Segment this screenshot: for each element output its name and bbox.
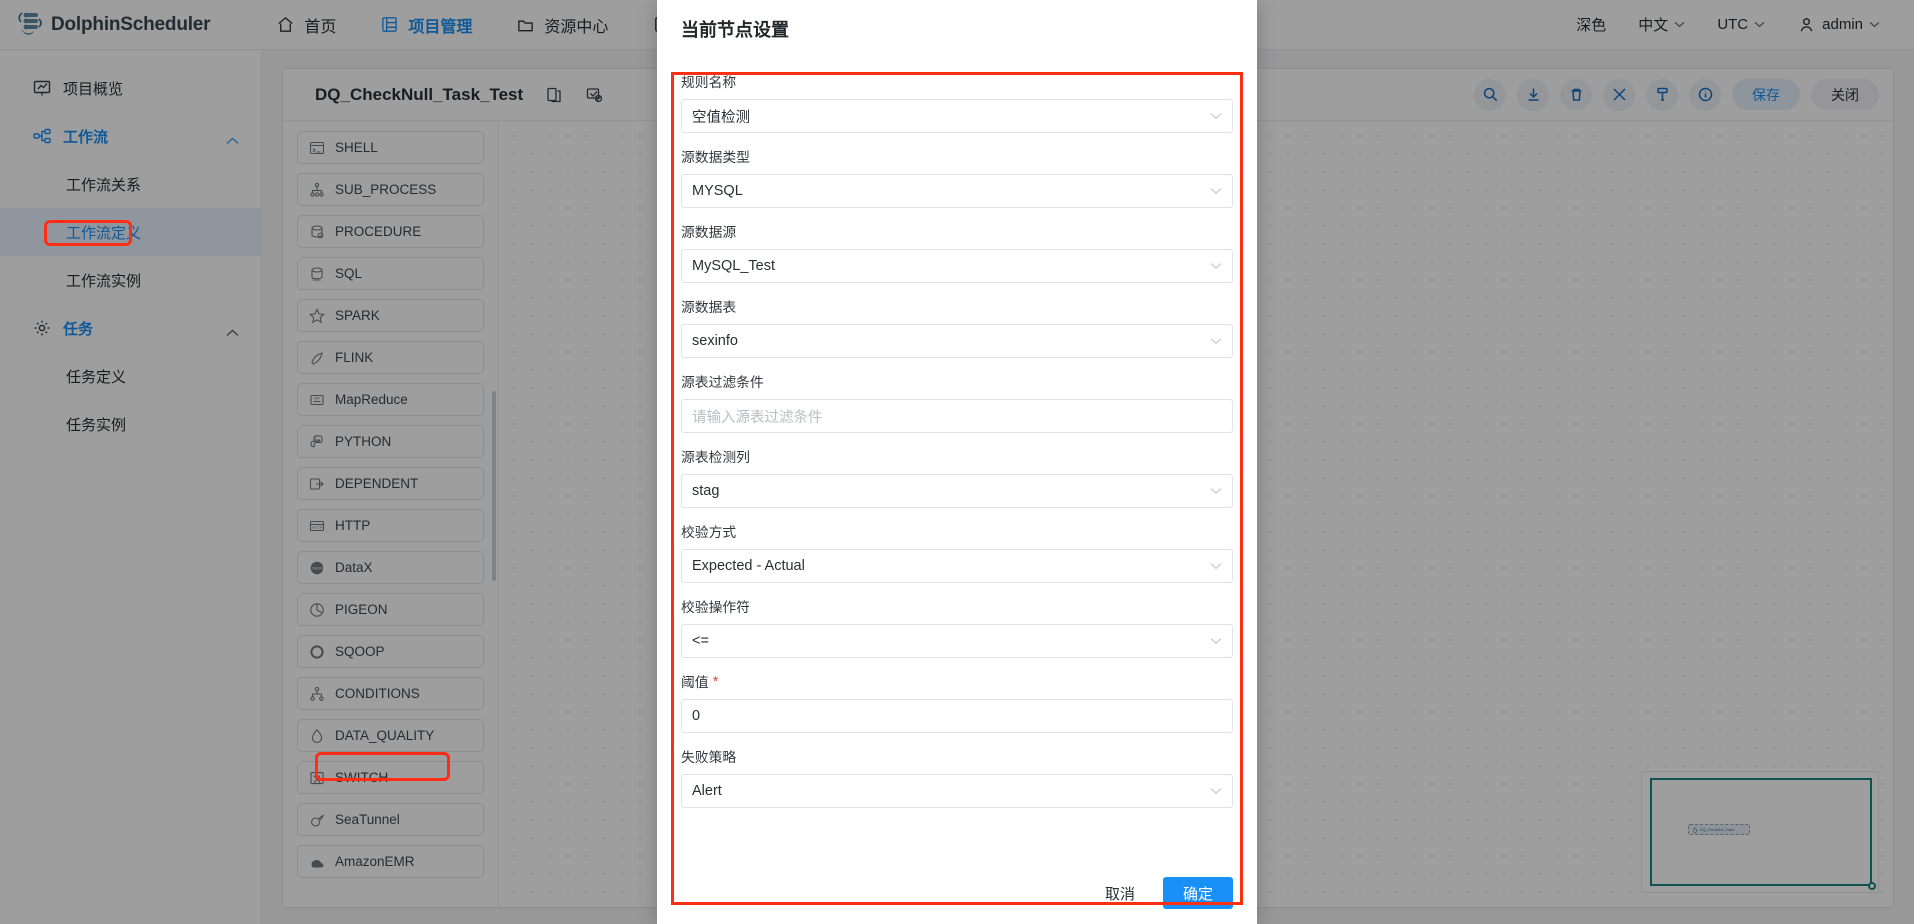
confirm-button-label: 确定 (1182, 885, 1213, 903)
confirm-button[interactable]: 确定 (1162, 877, 1233, 909)
app-root: DolphinScheduler 首页 项目管理 资源中心 深色 中文 UTC … (0, 0, 1914, 924)
form-select[interactable]: MySQL_Test (681, 249, 1233, 283)
form-field-value: 空值检测 (692, 109, 750, 126)
form-select[interactable]: 空值检测 (681, 99, 1233, 133)
cancel-button[interactable]: 取消 (1091, 877, 1149, 910)
form-select[interactable]: stag (681, 474, 1233, 508)
form-field-value: MYSQL (692, 183, 743, 199)
form-field-label-text: 校验方式 (681, 525, 737, 540)
form-field-5: 源表检测列 stag (681, 433, 1233, 508)
form-field-label: 校验操作符 (681, 596, 1233, 616)
form-field-label: 源数据源 (681, 221, 1233, 241)
form-field-label: 失败策略 (681, 746, 1233, 766)
form-field-value: 0 (692, 708, 701, 724)
cancel-button-label: 取消 (1104, 885, 1135, 903)
form-select[interactable]: sexinfo (681, 324, 1233, 358)
chevron-down-icon (1210, 483, 1222, 499)
form-field-0: 规则名称空值检测 (681, 58, 1233, 133)
chevron-down-icon (1210, 108, 1222, 124)
form-input[interactable]: 0 (681, 699, 1233, 733)
form-field-label: 源表过滤条件 (681, 371, 1233, 391)
modal-title: 当前节点设置 (681, 20, 789, 40)
form-field-1: 源数据类型 MYSQL (681, 133, 1233, 208)
form-field-8: 阈值 * 0 (681, 658, 1233, 733)
form-field-6: 校验方式 Expected - Actual (681, 508, 1233, 583)
form-field-4: 源表过滤条件请输入源表过滤条件 (681, 358, 1233, 433)
form-field-label-text: 源表检测列 (681, 450, 750, 465)
form-field-label-text: 源数据类型 (681, 150, 750, 165)
required-asterisk: * (712, 672, 719, 690)
chevron-down-icon (1210, 633, 1222, 649)
form-select[interactable]: Alert (681, 774, 1233, 808)
form-field-value: MySQL_Test (692, 258, 775, 274)
form-field-label-text: 阈值 (681, 675, 709, 690)
form-field-value: sexinfo (692, 333, 738, 349)
form-field-label-text: 源数据源 (681, 225, 737, 240)
modal-form: 规则名称空值检测源数据类型 MYSQL 源数据源 MySQL_Test 源数据表 sexi… (657, 58, 1257, 862)
form-field-value: Alert (692, 783, 722, 799)
form-field-value: Expected - Actual (692, 558, 805, 574)
chevron-down-icon (1210, 258, 1222, 274)
form-field-label: 源数据表 (681, 296, 1233, 316)
form-field-label-text: 规则名称 (681, 75, 737, 90)
form-field-label: 规则名称 (681, 71, 1233, 91)
form-field-2: 源数据源 MySQL_Test (681, 208, 1233, 283)
node-settings-modal: 当前节点设置 规则名称 空值检测 源数据类型 MYSQL 源数据源 MySQL_Test 源… (657, 0, 1257, 924)
form-field-label: 源数据类型 (681, 146, 1233, 166)
form-field-label: 阈值 * (681, 671, 1233, 691)
form-field-label-text: 失败策略 (681, 750, 737, 765)
form-select[interactable]: MYSQL (681, 174, 1233, 208)
form-select[interactable]: Expected - Actual (681, 549, 1233, 583)
form-field-value: 请输入源表过滤条件 (692, 409, 823, 426)
chevron-down-icon (1210, 558, 1222, 574)
form-field-value: stag (692, 483, 720, 499)
form-field-label: 校验方式 (681, 521, 1233, 541)
form-field-3: 源数据表 sexinfo (681, 283, 1233, 358)
chevron-down-icon (1210, 783, 1222, 799)
form-field-label-text: 源表过滤条件 (681, 375, 764, 390)
form-select[interactable]: <= (681, 624, 1233, 658)
form-field-label: 源表检测列 (681, 446, 1233, 466)
chevron-down-icon (1210, 183, 1222, 199)
form-field-9: 失败策略 Alert (681, 733, 1233, 808)
form-input[interactable]: 请输入源表过滤条件 (681, 399, 1233, 433)
chevron-down-icon (1210, 333, 1222, 349)
form-field-label-text: 校验操作符 (681, 600, 750, 615)
form-field-label-text: 源数据表 (681, 300, 737, 315)
modal-footer: 取消 确定 (657, 862, 1257, 924)
form-field-value: <= (692, 633, 709, 649)
form-field-7: 校验操作符 <= (681, 583, 1233, 658)
